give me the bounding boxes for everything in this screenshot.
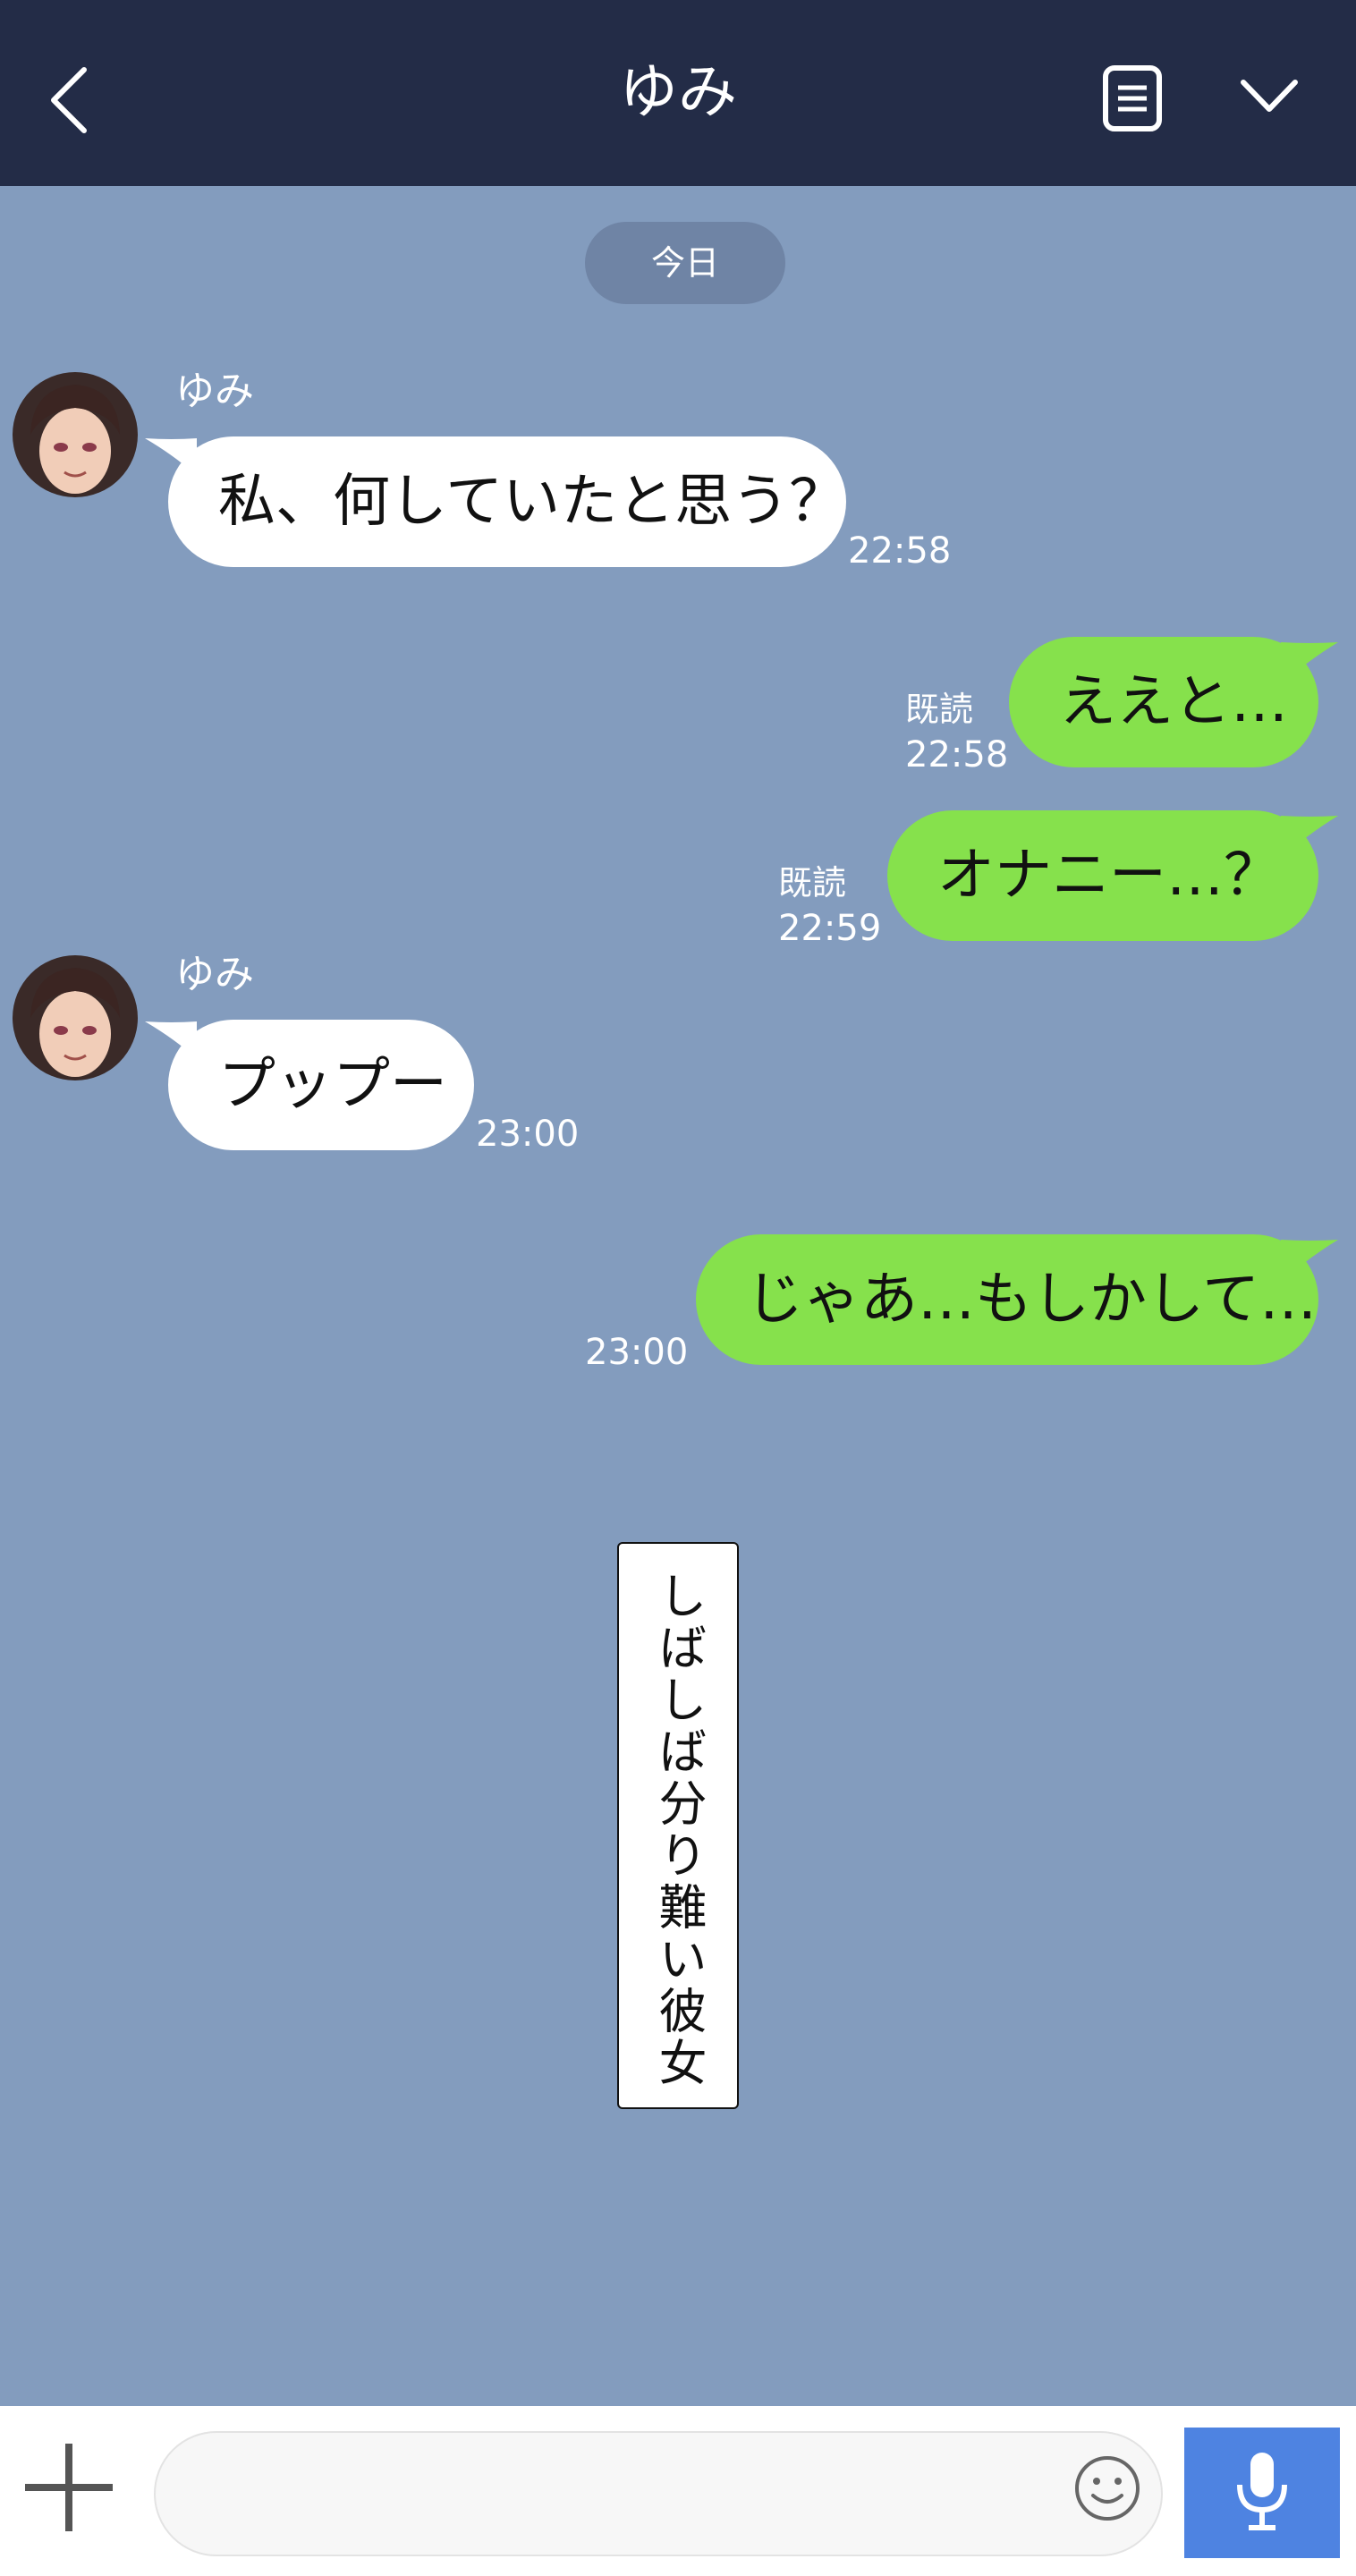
message-time: 23:00 xyxy=(476,1114,580,1155)
message-time: 22:58 xyxy=(905,734,1009,775)
caption-box: しばしば分り難い彼女 xyxy=(617,1542,739,2109)
date-separator: 今日 xyxy=(585,222,785,304)
message-input[interactable] xyxy=(154,2431,1163,2556)
chat-header: ゆみ xyxy=(0,0,1356,186)
avatar[interactable] xyxy=(13,372,138,497)
message-time: 22:59 xyxy=(778,908,882,949)
read-receipt: 既読 xyxy=(905,690,974,729)
read-receipt: 既読 xyxy=(778,863,847,902)
caption-text: しばしば分り難い彼女 xyxy=(650,1571,707,2089)
message-bubble-incoming[interactable]: プップー xyxy=(168,1020,474,1150)
microphone-icon xyxy=(1237,2453,1287,2530)
plus-icon[interactable] xyxy=(20,2438,118,2537)
message-bubble-incoming[interactable]: 私、何していたと思う？ xyxy=(168,436,846,567)
sender-name: ゆみ xyxy=(175,952,254,997)
notes-icon[interactable] xyxy=(1102,64,1163,132)
message-bubble-outgoing[interactable]: オナニー…？ xyxy=(887,810,1318,941)
microphone-button[interactable] xyxy=(1184,2428,1340,2558)
avatar-image xyxy=(13,372,138,497)
message-bubble-outgoing[interactable]: じゃあ…もしかして… xyxy=(696,1234,1318,1365)
sender-name: ゆみ xyxy=(175,369,254,414)
emoji-icon[interactable] xyxy=(1072,2453,1143,2524)
avatar[interactable] xyxy=(13,955,138,1080)
message-bubble-outgoing[interactable]: ええと… xyxy=(1009,637,1318,767)
message-time: 23:00 xyxy=(585,1332,689,1373)
chevron-down-icon[interactable] xyxy=(1240,75,1299,116)
avatar-image xyxy=(13,955,138,1080)
composer-bar xyxy=(0,2406,1356,2576)
message-time: 22:58 xyxy=(848,530,952,572)
